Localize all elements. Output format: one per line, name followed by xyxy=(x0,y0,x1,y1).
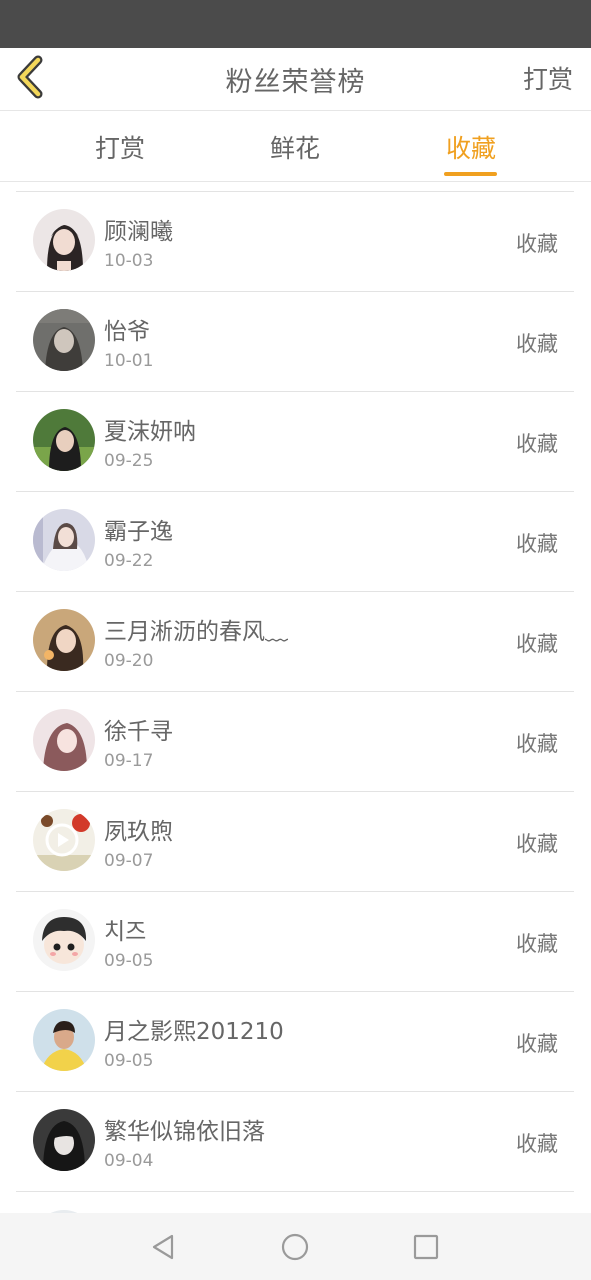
fan-name: 怡爷 xyxy=(104,319,150,345)
home-circle-icon xyxy=(281,1233,309,1261)
list-item[interactable]: 怡爷 10-01 收藏 xyxy=(16,291,574,391)
top-app-bar: 粉丝荣誉榜 打赏 xyxy=(0,48,591,111)
fan-date: 10-03 xyxy=(104,251,154,271)
fan-name: 徐千寻 xyxy=(104,719,173,745)
list-item[interactable]: 夏沫妍呐 09-25 收藏 xyxy=(16,391,574,491)
status-bar xyxy=(0,0,591,48)
avatar xyxy=(33,809,95,871)
fan-date: 09-20 xyxy=(104,651,154,671)
list-item[interactable]: 夙玖煦 09-07 收藏 xyxy=(16,791,574,891)
avatar xyxy=(33,309,95,371)
fan-action: 收藏 xyxy=(516,932,558,956)
list-item[interactable]: 繁华似锦依旧落 09-04 收藏 xyxy=(16,1091,574,1191)
list-item[interactable]: 徐千寻 09-17 收藏 xyxy=(16,691,574,791)
fan-date: 09-07 xyxy=(104,851,154,871)
avatar xyxy=(33,909,95,971)
nav-home-button[interactable] xyxy=(279,1231,311,1263)
tab-bar: 打赏 鲜花 收藏 xyxy=(0,111,591,182)
back-triangle-icon xyxy=(152,1234,174,1260)
reward-button[interactable]: 打赏 xyxy=(523,60,573,96)
fan-list[interactable]: 顾澜曦 10-03 收藏 怡爷 10-01 收藏 夏沫妍呐 09-25 收藏 霸… xyxy=(16,191,574,1191)
tab-favorites[interactable]: 收藏 xyxy=(411,129,531,165)
list-item[interactable]: 치즈 09-05 收藏 xyxy=(16,891,574,991)
fan-date: 09-25 xyxy=(104,451,154,471)
list-item[interactable]: 三月淅沥的春风﹏ 09-20 收藏 xyxy=(16,591,574,691)
fan-action: 收藏 xyxy=(516,232,558,256)
list-item[interactable]: 月之影熙201210 09-05 收藏 xyxy=(16,991,574,1091)
tab-reward[interactable]: 打赏 xyxy=(60,129,180,165)
list-item[interactable]: 霸子逸 09-22 收藏 xyxy=(16,491,574,591)
avatar xyxy=(33,409,95,471)
avatar xyxy=(33,209,95,271)
fan-action: 收藏 xyxy=(516,832,558,856)
system-navigation-bar xyxy=(0,1213,591,1280)
fan-name: 三月淅沥的春风﹏ xyxy=(104,619,288,645)
fan-date: 09-17 xyxy=(104,751,154,771)
fan-name: 顾澜曦 xyxy=(104,219,173,245)
fan-name: 夙玖煦 xyxy=(104,819,173,845)
tab-flowers[interactable]: 鲜花 xyxy=(235,129,355,165)
fan-action: 收藏 xyxy=(516,1132,558,1156)
fan-date: 09-22 xyxy=(104,551,154,571)
nav-back-button[interactable] xyxy=(148,1231,180,1263)
recents-square-icon xyxy=(413,1234,439,1260)
fan-name: 치즈 xyxy=(104,919,147,945)
active-tab-indicator xyxy=(444,172,497,176)
fan-date: 09-04 xyxy=(104,1151,154,1171)
fan-action: 收藏 xyxy=(516,632,558,656)
fan-name: 夏沫妍呐 xyxy=(104,419,196,445)
avatar xyxy=(33,1109,95,1171)
fan-name: 繁华似锦依旧落 xyxy=(104,1119,265,1145)
list-item[interactable]: 顾澜曦 10-03 收藏 xyxy=(16,191,574,291)
fan-date: 09-05 xyxy=(104,1051,154,1071)
avatar xyxy=(33,709,95,771)
fan-name: 月之影熙201210 xyxy=(104,1019,284,1045)
fan-date: 09-05 xyxy=(104,951,154,971)
list-item-partial[interactable] xyxy=(16,1191,574,1214)
fan-action: 收藏 xyxy=(516,432,558,456)
fan-action: 收藏 xyxy=(516,1032,558,1056)
fan-action: 收藏 xyxy=(516,732,558,756)
avatar xyxy=(33,609,95,671)
fan-action: 收藏 xyxy=(516,332,558,356)
fan-name: 霸子逸 xyxy=(104,519,173,545)
page-title: 粉丝荣誉榜 xyxy=(225,67,366,98)
avatar xyxy=(33,1009,95,1071)
avatar xyxy=(33,509,95,571)
fan-action: 收藏 xyxy=(516,532,558,556)
nav-recents-button[interactable] xyxy=(410,1231,442,1263)
fan-date: 10-01 xyxy=(104,351,154,371)
